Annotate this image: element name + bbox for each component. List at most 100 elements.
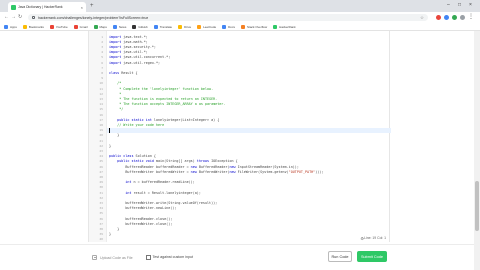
- line-number: 18: [99, 122, 103, 127]
- bookmark-label: Maps: [99, 24, 107, 29]
- line-number: 38: [99, 226, 103, 231]
- custom-input-checkbox[interactable]: [146, 255, 151, 260]
- bookmark-item[interactable]: Translate: [153, 24, 173, 29]
- code-text[interactable]: BufferedWriter bufferedWriter = new Buff…: [109, 170, 323, 174]
- upload-code-label: Upload Code as File: [100, 255, 133, 260]
- reload-icon[interactable]: ↻: [18, 14, 22, 21]
- profile-avatar[interactable]: [460, 15, 465, 20]
- bookmark-favicon-icon: [240, 24, 245, 29]
- bookmark-item[interactable]: Bookmarks: [22, 24, 44, 29]
- new-tab-button[interactable]: +: [90, 2, 94, 10]
- line-number: 33: [99, 200, 103, 205]
- bookmark-item[interactable]: HackerRank: [273, 24, 296, 29]
- code-text[interactable]: public static int lonelyinteger(List<Int…: [109, 118, 219, 122]
- bookmark-label: LeetCode: [203, 24, 217, 29]
- line-number: 34: [99, 206, 103, 211]
- code-text[interactable]: bufferedReader.close();: [109, 217, 172, 221]
- run-code-button[interactable]: Run Code: [328, 251, 352, 262]
- bookmark-star-icon[interactable]: ☆: [420, 15, 424, 21]
- line-number: 32: [99, 195, 103, 200]
- code-text[interactable]: }: [109, 133, 119, 137]
- line-number: 19: [99, 128, 103, 133]
- bookmark-item[interactable]: Maps: [93, 24, 107, 29]
- code-text[interactable]: int result = Result.lonelyinteger(a);: [109, 191, 201, 195]
- line-number: 16: [99, 112, 103, 117]
- extension-icon[interactable]: [444, 15, 449, 20]
- back-arrow-icon[interactable]: ←: [4, 14, 9, 21]
- code-text[interactable]: // Write your code here: [109, 123, 164, 127]
- browser-tab[interactable]: Java Dictionary | HackerRank ×: [8, 2, 86, 12]
- line-number: 3: [101, 44, 103, 49]
- bookmark-item[interactable]: Apps: [4, 24, 17, 29]
- code-text[interactable]: }: [109, 144, 111, 148]
- address-url[interactable]: hackerrank.com/challenges/lonely-integer…: [38, 16, 148, 20]
- bookmark-label: GitHub: [138, 24, 148, 29]
- code-text[interactable]: bufferedWriter.close();: [109, 222, 172, 226]
- address-bar[interactable]: hackerrank.com/challenges/lonely-integer…: [28, 14, 428, 21]
- bookmark-item[interactable]: YouTube: [49, 24, 68, 29]
- code-text[interactable]: * Complete the 'lonelyinteger' function …: [109, 87, 213, 91]
- forward-arrow-icon[interactable]: →: [11, 14, 16, 21]
- address-bar-row: ← → ↻ hackerrank.com/challenges/lonely-i…: [0, 12, 480, 23]
- line-number: 20: [99, 133, 103, 138]
- editor-action-bar: Upload Code as File Test against custom …: [0, 244, 480, 270]
- maximize-button[interactable]: □: [458, 1, 461, 9]
- bookmark-item[interactable]: News: [112, 24, 126, 29]
- bookmark-favicon-icon: [153, 24, 158, 29]
- code-text[interactable]: public static void main(String[] args) t…: [109, 159, 237, 163]
- bookmark-item[interactable]: Drive: [178, 24, 191, 29]
- page-scrollbar[interactable]: [474, 31, 480, 270]
- bookmark-item[interactable]: GitHub: [132, 24, 148, 29]
- line-number: 4: [101, 50, 103, 55]
- bookmark-favicon-icon: [132, 24, 137, 29]
- code-text[interactable]: class Result {: [109, 71, 138, 75]
- line-number: 26: [99, 164, 103, 169]
- code-text[interactable]: import java.util.concurrent.*;: [109, 55, 170, 59]
- code-text[interactable]: }: [109, 227, 119, 231]
- custom-input-toggle[interactable]: Test against custom input: [146, 255, 193, 260]
- bookmark-item[interactable]: Stack Overflow: [240, 24, 268, 29]
- tab-title: Java Dictionary | HackerRank: [18, 5, 63, 9]
- bookmark-label: Translate: [159, 24, 173, 29]
- code-text[interactable]: import java.util.regex.*;: [109, 61, 160, 65]
- line-number: 10: [99, 81, 103, 86]
- bookmark-item[interactable]: Docs: [222, 24, 235, 29]
- extension-icon[interactable]: [452, 15, 457, 20]
- code-text[interactable]: */: [109, 107, 123, 111]
- code-text[interactable]: bufferedWriter.write(String.valueOf(resu…: [109, 201, 217, 205]
- close-window-button[interactable]: ×: [469, 1, 472, 9]
- tab-close-icon[interactable]: ×: [81, 5, 83, 10]
- code-editor[interactable]: 1 import java.text.*; 2 import java.math.*;…: [88, 31, 391, 242]
- submit-code-button[interactable]: Submit Code: [357, 251, 387, 262]
- bookmark-item[interactable]: Gmail: [73, 24, 88, 29]
- line-number: 14: [99, 102, 103, 107]
- bookmark-item[interactable]: LeetCode: [197, 24, 217, 29]
- scrollbar-thumb[interactable]: [475, 181, 479, 231]
- minimize-button[interactable]: –: [447, 1, 450, 9]
- code-text[interactable]: * The function is expected to return an …: [109, 97, 217, 101]
- code-text[interactable]: BufferedReader bufferedReader = new Buff…: [109, 165, 299, 169]
- bookmark-label: Bookmarks: [28, 24, 44, 29]
- code-text[interactable]: *: [109, 92, 121, 96]
- code-text[interactable]: * The function accepts INTEGER_ARRAY a a…: [109, 102, 225, 106]
- line-number: 13: [99, 96, 103, 101]
- code-text[interactable]: import java.util.*;: [109, 50, 148, 54]
- code-text[interactable]: import java.text.*;: [109, 35, 148, 39]
- code-text[interactable]: /*: [109, 81, 121, 85]
- browser-menu-icon[interactable]: ⋮: [468, 13, 474, 20]
- code-text[interactable]: import java.security.*;: [109, 45, 156, 49]
- bookmark-favicon-icon: [222, 24, 227, 29]
- upload-code-link[interactable]: Upload Code as File: [92, 255, 133, 260]
- custom-input-label: Test against custom input: [152, 255, 194, 260]
- extension-icon[interactable]: [436, 15, 441, 20]
- bookmark-label: Stack Overflow: [246, 24, 268, 29]
- line-number: 12: [99, 91, 103, 96]
- code-text[interactable]: int n = bufferedReader.readLine();: [109, 180, 194, 184]
- line-number: 9: [101, 76, 103, 81]
- code-text[interactable]: public class Solution {: [109, 154, 156, 158]
- line-number: 15: [99, 107, 103, 112]
- bookmark-favicon-icon: [73, 24, 78, 29]
- code-text[interactable]: import java.math.*;: [109, 40, 148, 44]
- bookmark-label: Docs: [228, 24, 235, 29]
- code-text[interactable]: bufferedWriter.newLine();: [109, 206, 176, 210]
